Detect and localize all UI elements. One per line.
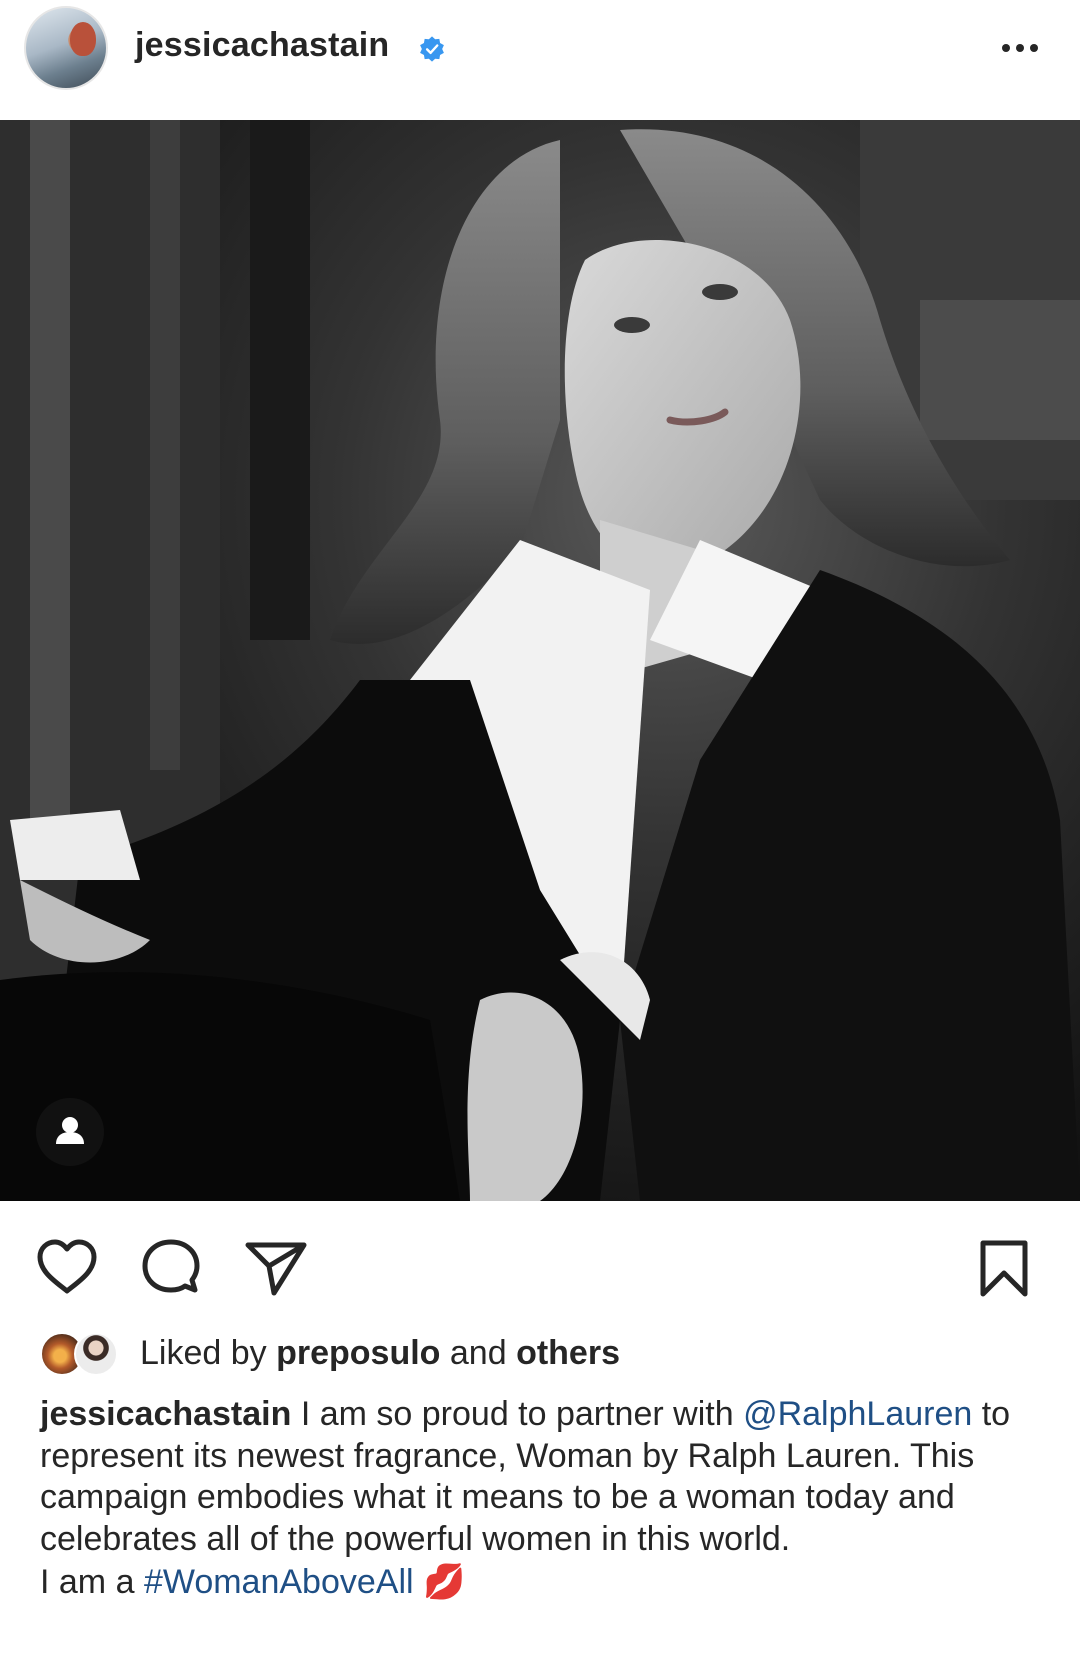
caption-body: jessicachastain I am so proud to partner…	[40, 1395, 1011, 1558]
caption-hashtag-line: I am a #WomanAboveAll 💋	[40, 1563, 466, 1601]
bookmark-icon[interactable]	[978, 1239, 1030, 1299]
likes-text: Liked by preposulo and others	[140, 1334, 620, 1372]
heart-icon[interactable]	[36, 1239, 98, 1295]
post-caption: jessicachastain I am so proud to partner…	[40, 1394, 1050, 1604]
share-paper-plane-icon[interactable]	[244, 1239, 308, 1297]
hashtag-link[interactable]: #WomanAboveAll	[144, 1563, 414, 1601]
profile-avatar[interactable]	[24, 6, 108, 90]
verified-badge-icon	[420, 36, 444, 62]
post-header: jessicachastain	[0, 0, 1080, 120]
likes-others[interactable]: others	[516, 1334, 620, 1372]
liker-avatar	[74, 1332, 118, 1376]
post-photo[interactable]	[0, 120, 1080, 1201]
person-tag-icon[interactable]	[36, 1098, 104, 1166]
post-photo-illustration	[0, 120, 1080, 1201]
comment-icon[interactable]	[140, 1237, 202, 1297]
liker-username[interactable]: preposulo	[276, 1334, 440, 1372]
kiss-emoji: 💋	[423, 1563, 466, 1601]
mention-link[interactable]: @RalphLauren	[743, 1395, 972, 1433]
post-action-bar	[0, 1201, 1080, 1331]
more-options-icon[interactable]	[1002, 44, 1042, 56]
caption-username[interactable]: jessicachastain	[40, 1395, 291, 1433]
likes-summary[interactable]: Liked by preposulo and others	[40, 1328, 1040, 1378]
post-username[interactable]: jessicachastain	[135, 26, 389, 65]
